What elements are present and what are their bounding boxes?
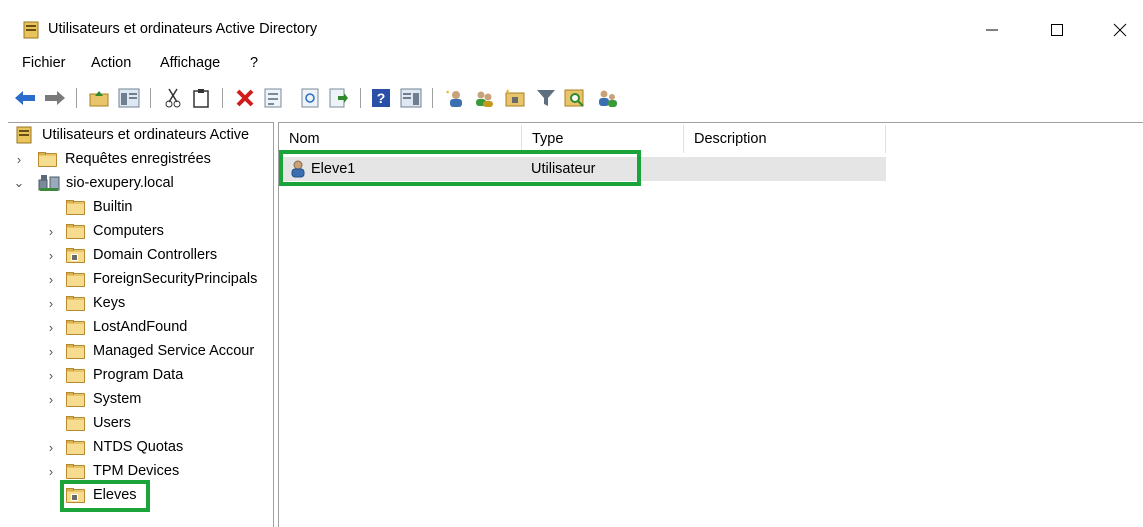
- folder-icon: [66, 223, 85, 239]
- show-action-pane-icon[interactable]: [400, 87, 422, 109]
- tree-item-builtin[interactable]: Builtin: [66, 195, 133, 219]
- folder-icon: [66, 391, 85, 407]
- minimize-button[interactable]: [969, 14, 1015, 46]
- menu-fichier[interactable]: Fichier: [22, 52, 66, 74]
- cut-icon[interactable]: [162, 87, 184, 109]
- menu-action[interactable]: Action: [91, 52, 131, 74]
- tree-item-foreign-security-principals[interactable]: › ForeignSecurityPrincipals: [46, 267, 258, 291]
- new-user-icon[interactable]: [444, 87, 466, 109]
- chevron-right-icon[interactable]: ›: [46, 296, 56, 311]
- forward-icon[interactable]: [44, 87, 66, 109]
- chevron-down-icon[interactable]: ⌄: [14, 175, 25, 190]
- properties-icon[interactable]: [262, 87, 284, 109]
- tree-item-label: Builtin: [93, 199, 133, 215]
- find-icon[interactable]: [564, 87, 586, 109]
- tree-root-label: Utilisateurs et ordinateurs Active: [42, 127, 250, 143]
- toolbar-separator: [222, 88, 223, 108]
- tree-item-computers[interactable]: › Computers: [46, 219, 164, 243]
- tree-item-system[interactable]: › System: [46, 387, 142, 411]
- back-icon[interactable]: [14, 87, 36, 109]
- selection-highlight-box: [60, 480, 150, 512]
- show-hide-console-tree-icon[interactable]: [118, 87, 140, 109]
- tree-item-label: Keys: [93, 295, 126, 311]
- folder-icon: [66, 463, 85, 479]
- ad-users-computers-icon: [16, 126, 32, 144]
- tree-item-users[interactable]: Users: [66, 411, 131, 435]
- tree-item-program-data[interactable]: › Program Data: [46, 363, 183, 387]
- title-bar: Utilisateurs et ordinateurs Active Direc…: [0, 0, 1143, 50]
- tree-item-ntds-quotas[interactable]: › NTDS Quotas: [46, 435, 183, 459]
- details-list[interactable]: Nom Type Description Eleve1 Utilisateur: [278, 122, 1143, 527]
- chevron-right-icon[interactable]: ›: [46, 368, 56, 383]
- column-header-nom[interactable]: Nom: [279, 125, 522, 153]
- menu-affichage[interactable]: Affichage: [160, 52, 220, 74]
- menu-help[interactable]: ?: [250, 52, 258, 74]
- chevron-right-icon[interactable]: ›: [46, 392, 56, 407]
- folder-icon: [66, 367, 85, 383]
- tree-item-label: Domain Controllers: [93, 247, 218, 263]
- folder-icon: [66, 271, 85, 287]
- tree-root[interactable]: Utilisateurs et ordinateurs Active: [16, 123, 249, 147]
- svg-text:?: ?: [377, 90, 386, 106]
- up-folder-icon[interactable]: [88, 87, 110, 109]
- chevron-right-icon[interactable]: ›: [46, 224, 56, 239]
- delete-icon[interactable]: [234, 87, 256, 109]
- tree-item-domain[interactable]: ⌄ sio-exupery.local: [14, 171, 174, 195]
- column-header-type[interactable]: Type: [522, 125, 684, 153]
- copy-icon[interactable]: [190, 87, 212, 109]
- tree-item-label: NTDS Quotas: [93, 439, 184, 455]
- add-to-group-icon[interactable]: [596, 87, 618, 109]
- chevron-right-icon[interactable]: ›: [46, 440, 56, 455]
- tree-item-label: TPM Devices: [93, 463, 180, 479]
- tree-item-label: System: [93, 391, 142, 407]
- maximize-button[interactable]: [1034, 14, 1080, 46]
- refresh-icon[interactable]: [299, 87, 321, 109]
- chevron-right-icon[interactable]: ›: [46, 320, 56, 335]
- tree-item-label: Requêtes enregistrées: [65, 151, 211, 167]
- tree-item-lost-and-found[interactable]: › LostAndFound: [46, 315, 188, 339]
- ou-folder-icon: [66, 247, 85, 263]
- selection-highlight-box: [279, 150, 641, 186]
- chevron-right-icon[interactable]: ›: [46, 464, 56, 479]
- help-icon[interactable]: ?: [370, 87, 392, 109]
- toolbar-separator: [360, 88, 361, 108]
- tree-item-label: sio-exupery.local: [66, 175, 174, 191]
- tree-item-label: Program Data: [93, 367, 184, 383]
- tree-item-label: LostAndFound: [93, 319, 188, 335]
- toolbar-separator: [150, 88, 151, 108]
- chevron-right-icon[interactable]: ›: [46, 248, 56, 263]
- tree-item-label: ForeignSecurityPrincipals: [93, 271, 258, 287]
- toolbar-separator: [432, 88, 433, 108]
- folder-icon: [38, 151, 57, 167]
- tree-item-saved-queries[interactable]: › Requêtes enregistrées: [14, 147, 211, 171]
- tree-item-label: Managed Service Accour: [93, 343, 255, 359]
- new-group-icon[interactable]: [473, 87, 495, 109]
- tree-item-keys[interactable]: › Keys: [46, 291, 125, 315]
- chevron-right-icon[interactable]: ›: [14, 152, 24, 167]
- folder-icon: [66, 319, 85, 335]
- new-ou-icon[interactable]: [504, 87, 526, 109]
- export-list-icon[interactable]: [328, 87, 350, 109]
- tree-item-label: Users: [93, 415, 131, 431]
- close-button[interactable]: [1097, 14, 1143, 46]
- filter-icon[interactable]: [535, 87, 557, 109]
- console-tree[interactable]: Utilisateurs et ordinateurs Active › Req…: [8, 122, 274, 527]
- folder-icon: [66, 199, 85, 215]
- folder-icon: [66, 295, 85, 311]
- chevron-right-icon[interactable]: ›: [46, 272, 56, 287]
- toolbar-separator: [76, 88, 77, 108]
- chevron-right-icon[interactable]: ›: [46, 344, 56, 359]
- domain-icon: [38, 174, 60, 192]
- tree-item-label: Computers: [93, 223, 164, 239]
- ad-users-computers-app-icon: [23, 21, 39, 39]
- toolbar: ?: [0, 82, 1143, 114]
- window-title: Utilisateurs et ordinateurs Active Direc…: [48, 21, 318, 37]
- folder-icon: [66, 415, 85, 431]
- tree-item-domain-controllers[interactable]: › Domain Controllers: [46, 243, 217, 267]
- tree-item-managed-service-accounts[interactable]: › Managed Service Accour: [46, 339, 254, 363]
- folder-icon: [66, 343, 85, 359]
- column-header-description[interactable]: Description: [684, 125, 886, 153]
- folder-icon: [66, 439, 85, 455]
